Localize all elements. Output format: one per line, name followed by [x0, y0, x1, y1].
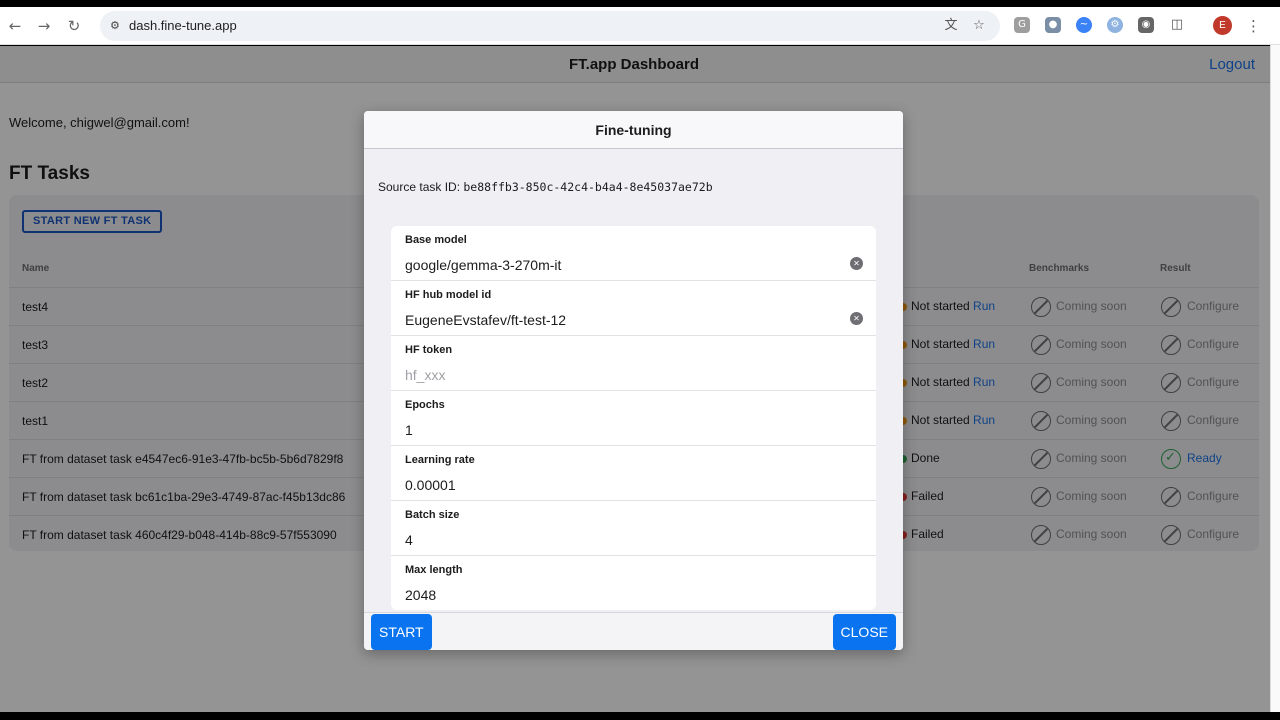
max-length-label: Max length — [405, 564, 463, 576]
extensions-icon[interactable]: ◫ — [1169, 17, 1185, 33]
fine-tuning-form: Base model ✕ HF hub model id ✕ HF token Epoch… — [391, 226, 876, 610]
learning-rate-label: Learning rate — [405, 454, 475, 466]
profile-avatar[interactable]: E — [1213, 16, 1232, 35]
hf-token-input[interactable] — [405, 366, 835, 384]
grammarly-extension-icon[interactable]: G — [1014, 17, 1030, 33]
close-button[interactable]: CLOSE — [832, 614, 896, 650]
bookmark-star-icon[interactable]: ☆ — [971, 18, 987, 34]
wave-extension-icon[interactable]: ~ — [1076, 17, 1092, 33]
forward-icon[interactable]: → — [34, 16, 54, 36]
settings-extension-icon[interactable]: ⚙ — [1107, 17, 1123, 33]
learning-rate-input[interactable] — [405, 476, 835, 494]
translate-icon[interactable]: 文 — [943, 18, 959, 34]
base-model-input[interactable] — [405, 256, 835, 274]
source-task-id-label: Source task ID: — [378, 180, 461, 194]
epochs-input[interactable] — [405, 421, 835, 439]
side-panel-strip — [1270, 45, 1280, 712]
batch-size-field: Batch size — [391, 501, 876, 556]
epochs-field: Epochs — [391, 391, 876, 446]
clear-icon[interactable]: ✕ — [850, 257, 863, 270]
base-model-field: Base model ✕ — [391, 226, 876, 281]
batch-size-input[interactable] — [405, 531, 835, 549]
max-length-field: Max length — [391, 556, 876, 610]
url-text[interactable]: dash.fine-tune.app — [129, 18, 237, 33]
hf-hub-model-id-field: HF hub model id ✕ — [391, 281, 876, 336]
hf-hub-model-id-input[interactable] — [405, 311, 835, 329]
max-length-input[interactable] — [405, 586, 835, 604]
hf-token-field: HF token — [391, 336, 876, 391]
spy-extension-icon[interactable]: ◉ — [1138, 17, 1154, 33]
browser-toolbar: ← → ↻ ⚙ dash.fine-tune.app 文 ☆ G ● ~ ⚙ ◉… — [0, 7, 1280, 45]
hf-token-label: HF token — [405, 344, 453, 356]
dialog-header: Fine-tuning — [364, 111, 903, 149]
source-task-id-value: be88ffb3-850c-42c4-b4a4-8e45037ae72b — [463, 180, 713, 194]
bottom-edge — [0, 712, 1280, 720]
source-task-id: Source task ID: be88ffb3-850c-42c4-b4a4-… — [378, 180, 713, 194]
address-bar[interactable]: ⚙ dash.fine-tune.app 文 ☆ — [100, 11, 1000, 41]
reload-icon[interactable]: ↻ — [64, 16, 84, 36]
learning-rate-field: Learning rate — [391, 446, 876, 501]
start-button[interactable]: START — [371, 614, 432, 650]
hf-hub-model-id-label: HF hub model id — [405, 289, 492, 301]
dialog-title: Fine-tuning — [595, 122, 672, 138]
back-icon[interactable]: ← — [5, 16, 25, 36]
fine-tuning-dialog: Fine-tuning Source task ID: be88ffb3-850… — [364, 111, 903, 650]
menu-kebab-icon[interactable]: ⋮ — [1246, 16, 1261, 36]
people-extension-icon[interactable]: ● — [1045, 17, 1061, 33]
dialog-footer: START CLOSE — [364, 612, 903, 650]
epochs-label: Epochs — [405, 399, 445, 411]
clear-icon[interactable]: ✕ — [850, 312, 863, 325]
site-settings-icon[interactable]: ⚙ — [110, 19, 124, 33]
batch-size-label: Batch size — [405, 509, 460, 521]
base-model-label: Base model — [405, 234, 467, 246]
